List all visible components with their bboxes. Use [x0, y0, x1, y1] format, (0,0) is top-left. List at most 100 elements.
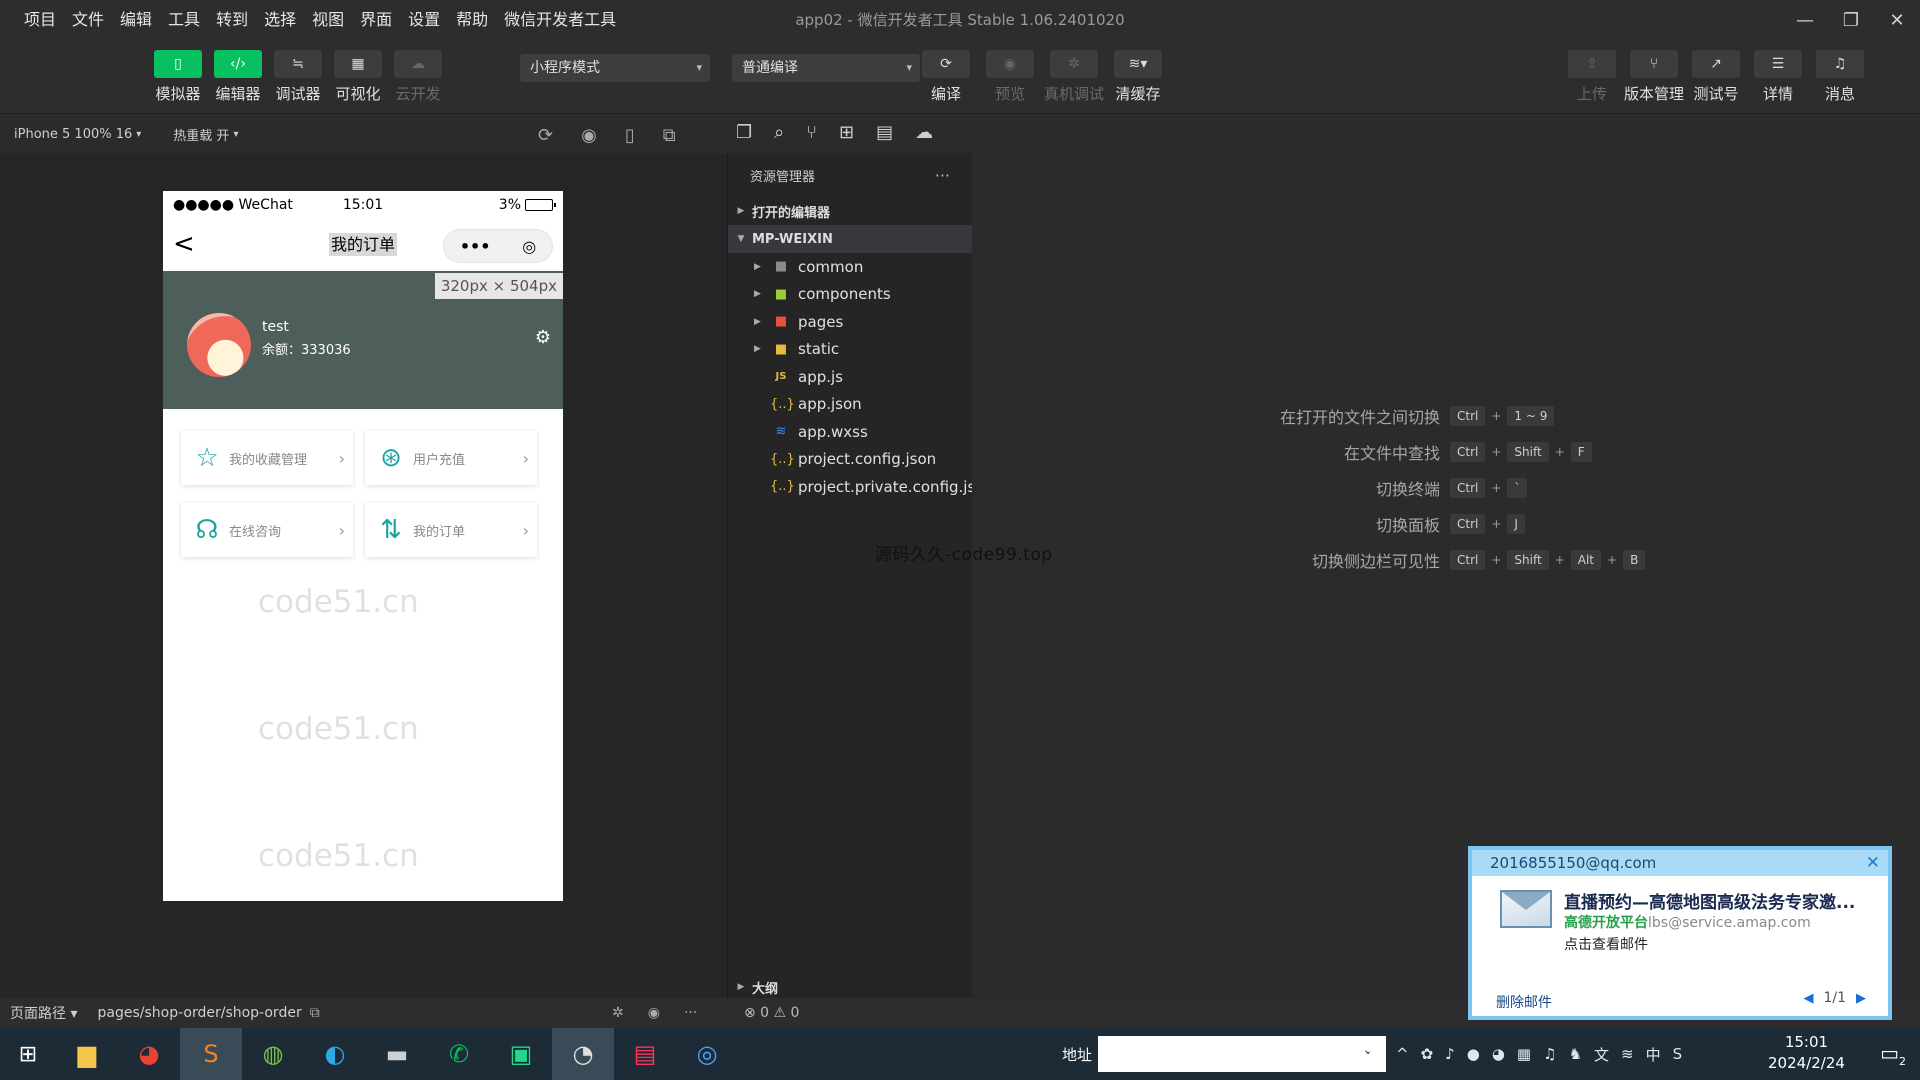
address-input[interactable]: ⌄ [1098, 1036, 1386, 1072]
menu-card[interactable]: ⊛ 用户充值 › [365, 431, 537, 485]
menu-item[interactable]: 文件 [64, 0, 112, 40]
mail-subject[interactable]: 直播预约—高德地图高级法务专家邀... [1564, 888, 1855, 913]
tray-app-icon[interactable]: ✿ [1421, 1045, 1434, 1063]
window-icon[interactable]: ⧉ [663, 125, 676, 146]
gear-icon[interactable]: ⚙ [535, 327, 551, 348]
hot-reload-toggle[interactable]: 热重载 开 [173, 125, 229, 144]
copy-icon[interactable]: ⧉ [310, 1005, 320, 1021]
file-row[interactable]: {..} project.private.config.js... [728, 473, 990, 501]
compile-select[interactable]: 普通编译 [732, 54, 920, 82]
page-path-select[interactable]: 页面路径 ▾ [10, 1003, 77, 1023]
device-icon[interactable]: ▯ [625, 125, 635, 146]
intellij-icon[interactable]: ▤ [614, 1028, 676, 1080]
sublime-icon[interactable]: S [180, 1028, 242, 1080]
terminal-icon[interactable]: ▬ [366, 1028, 428, 1080]
external-icon[interactable]: ↗ [1692, 50, 1740, 78]
menu-item[interactable]: 转到 [208, 0, 256, 40]
toolbar-button[interactable]: ≋▾ 清缓存 [1108, 50, 1168, 104]
menu-item[interactable]: 微信开发者工具 [496, 0, 624, 40]
menu-card[interactable]: ☊ 在线咨询 › [181, 503, 353, 557]
toolbar-button[interactable]: ⇪ 上传 [1562, 50, 1622, 104]
folder-row[interactable]: ▶ ■ pages [728, 308, 972, 336]
layers-icon[interactable]: ≋▾ [1114, 50, 1162, 78]
next-icon[interactable]: ▶ [1856, 991, 1866, 1006]
menu-item[interactable]: 设置 [400, 0, 448, 40]
upload-icon[interactable]: ⇪ [1568, 50, 1616, 78]
code-icon[interactable]: ‹/› [214, 50, 262, 78]
more-icon[interactable]: ··· [935, 166, 950, 185]
close-button[interactable]: ✕ [1874, 0, 1920, 40]
storage-icon[interactable]: ▤ [876, 122, 893, 143]
prev-icon[interactable]: ◀ [1803, 991, 1813, 1006]
refresh-icon[interactable]: ↻ [1358, 1044, 1373, 1065]
toolbar-button[interactable]: ↗ 测试号 [1686, 50, 1746, 104]
folder-row[interactable]: ▶ ■ components [728, 281, 972, 309]
delete-mail-link[interactable]: 删除邮件 [1496, 992, 1552, 1012]
maximize-button[interactable]: ❐ [1828, 0, 1874, 40]
toolbar-button[interactable]: ≒ 调试器 [268, 50, 328, 104]
project-section[interactable]: ▼ MP-WEIXIN [728, 225, 972, 253]
wechat-icon[interactable]: ✆ [428, 1028, 490, 1080]
folder-row[interactable]: ▶ ■ common [728, 253, 972, 281]
error-count[interactable]: ⊗ 0 ⚠ 0 [744, 1005, 799, 1021]
files-icon[interactable]: ❐ [736, 122, 752, 143]
toolbar-button[interactable]: ◉ 预览 [980, 50, 1040, 104]
menu-item[interactable]: 工具 [160, 0, 208, 40]
menu-item[interactable]: 项目 [16, 0, 64, 40]
ime-indicator[interactable]: 中 [1646, 1044, 1661, 1065]
search-icon[interactable]: ⌕ [774, 122, 784, 143]
tray-expand-icon[interactable]: ^ [1396, 1045, 1409, 1063]
toolbar-button[interactable]: ‹/› 编辑器 [208, 50, 268, 104]
cloud-icon[interactable]: ☁ [394, 50, 442, 78]
wechat-devtools-icon[interactable]: ◔ [552, 1028, 614, 1080]
capsule-menu[interactable]: ••• ◎ [443, 229, 553, 263]
toolbar-button[interactable]: ▦ 可视化 [328, 50, 388, 104]
edge-icon[interactable]: ◐ [304, 1028, 366, 1080]
phone-icon[interactable]: ▯ [154, 50, 202, 78]
qq-icon[interactable]: ♞ [1569, 1045, 1582, 1063]
tray-record-icon[interactable]: ● [1467, 1045, 1480, 1063]
toolbar-button[interactable]: ⟳ 编译 [916, 50, 976, 104]
menu-card[interactable]: ☆ 我的收藏管理 › [181, 431, 353, 485]
device-select[interactable]: iPhone 5 100% 16 [14, 127, 132, 142]
menu-item[interactable]: 帮助 [448, 0, 496, 40]
browser-icon[interactable]: ◍ [242, 1028, 304, 1080]
bell-icon[interactable]: ♫ [1816, 50, 1864, 78]
layout-icon[interactable]: ▦ [334, 50, 382, 78]
menu-card[interactable]: ⇅ 我的订单 › [365, 503, 537, 557]
network-icon[interactable]: ≋ [1621, 1045, 1634, 1063]
more-dots-icon[interactable]: ••• [460, 237, 491, 256]
tray-grid-icon[interactable]: ▦ [1517, 1045, 1531, 1063]
folder-row[interactable]: ▶ ■ static [728, 336, 972, 364]
pycharm-icon[interactable]: ▣ [490, 1028, 552, 1080]
menu-item[interactable]: 编辑 [112, 0, 160, 40]
open-editors-section[interactable]: ▶ 打开的编辑器 [728, 197, 972, 225]
bug-icon[interactable]: ✲ [612, 1005, 624, 1021]
docker-icon[interactable]: ☁ [915, 122, 933, 143]
extensions-icon[interactable]: ⊞ [839, 122, 854, 143]
minimize-button[interactable]: — [1782, 0, 1828, 40]
hbuilder-icon[interactable]: ◎ [676, 1028, 738, 1080]
menu-icon[interactable]: ☰ [1754, 50, 1802, 78]
branch-icon[interactable]: ⑂ [1630, 50, 1678, 78]
git-icon[interactable]: ⑂ [806, 122, 817, 143]
file-explorer-icon[interactable]: ▆ [56, 1028, 118, 1080]
refresh-icon[interactable]: ⟳ [922, 50, 970, 78]
avatar[interactable] [187, 313, 251, 377]
clock[interactable]: 15:01 2024/2/24 [1768, 1032, 1845, 1074]
mode-select[interactable]: 小程序模式 [520, 54, 710, 82]
eye-icon[interactable]: ◉ [986, 50, 1034, 78]
bug-icon[interactable]: ✲ [1050, 50, 1098, 78]
eye-icon[interactable]: ◉ [648, 1005, 660, 1021]
outline-section[interactable]: ▶ 大纲 [728, 976, 972, 998]
rotate-icon[interactable]: ⟳ [538, 125, 553, 146]
file-row[interactable]: ≋ app.wxss [728, 418, 972, 446]
file-row[interactable]: {..} project.config.json [728, 446, 972, 474]
view-mail-link[interactable]: 点击查看邮件 [1564, 934, 1648, 954]
toolbar-button[interactable]: ☁ 云开发 [388, 50, 448, 104]
microphone-icon[interactable]: ♪ [1445, 1045, 1455, 1063]
toolbar-button[interactable]: ♫ 消息 [1810, 50, 1870, 104]
translate-icon[interactable]: 文 [1594, 1044, 1609, 1065]
file-row[interactable]: {..} app.json [728, 391, 972, 419]
file-row[interactable]: JS app.js [728, 363, 972, 391]
